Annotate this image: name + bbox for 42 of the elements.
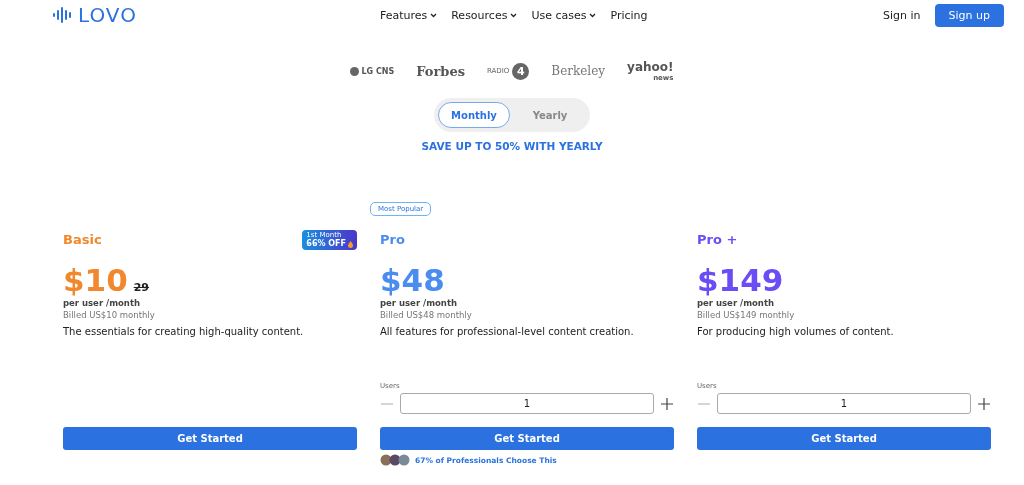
partner-logo: yahoo! [627, 60, 674, 74]
users-field[interactable]: 1 [717, 393, 971, 414]
users-field[interactable]: 1 [400, 393, 654, 414]
old-price: 29 [133, 281, 150, 294]
plan-description: For producing high volumes of content. [697, 326, 895, 339]
billing-note: Billed US$10 monthly [63, 310, 156, 320]
plan-name: Basic [63, 231, 102, 247]
logo-text[interactable]: LOVO [78, 3, 137, 27]
price-unit: per user /month [697, 298, 775, 308]
plan-price: $149 [697, 265, 784, 296]
plan-price: $10 [63, 265, 128, 296]
price-unit: per user /month [380, 298, 458, 308]
plus-icon[interactable] [660, 396, 674, 411]
get-started-button[interactable]: Get Started [697, 427, 991, 450]
plan-description: The essentials for creating high-quality content. [63, 326, 305, 339]
partner-logo: LG CNS [350, 66, 395, 76]
get-started-button[interactable]: Get Started [380, 427, 674, 450]
partner-logo: Forbes [416, 63, 465, 79]
get-started-button[interactable]: Get Started [63, 427, 357, 450]
chevron-down-icon [510, 12, 518, 18]
avatar-group-icon [380, 454, 412, 466]
nav-link[interactable]: Features [379, 8, 438, 22]
sign-in-link[interactable]: Sign in [883, 8, 921, 22]
nav-link[interactable]: Pricing [610, 8, 648, 22]
billing-note: Billed US$48 monthly [380, 310, 473, 320]
billing-note: Billed US$149 monthly [697, 310, 796, 320]
chevron-down-icon [589, 12, 597, 18]
plan-description: All features for professional-level content creation. [380, 326, 635, 339]
waveform-logo-icon [52, 5, 72, 25]
sign-up-button[interactable]: Sign up [934, 3, 1004, 27]
partner-logo: 4 [512, 62, 530, 80]
plan-price: $48 [380, 265, 445, 296]
plan-name: Pro [380, 231, 405, 247]
plus-icon[interactable] [977, 396, 991, 411]
plan-name: Pro + [697, 231, 738, 247]
save-note: SAVE UP TO 50% WITH YEARLY [421, 140, 603, 152]
nav-link[interactable]: Resources [451, 8, 518, 22]
billing-option[interactable]: Monthly [438, 102, 510, 128]
chevron-down-icon [430, 12, 438, 18]
partner-logo: Berkeley [551, 64, 606, 78]
nav-link[interactable]: Use cases [531, 8, 597, 22]
price-unit: per user /month [63, 298, 141, 308]
